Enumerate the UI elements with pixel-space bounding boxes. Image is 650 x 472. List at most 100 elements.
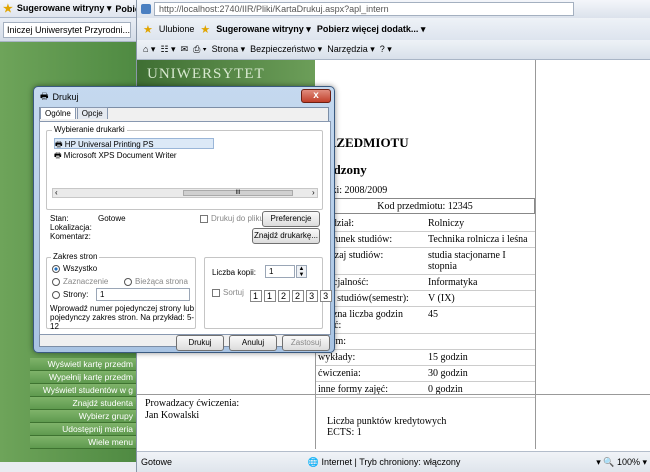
table-row: wykłady: 15 godzin [315, 350, 535, 366]
table-value: Rolniczy [428, 218, 465, 229]
copies-input[interactable]: 1 [265, 265, 295, 278]
ects-label: Liczba punktów kredytowych ECTS: 1 [327, 416, 447, 438]
table-value: V (IX) [428, 293, 455, 304]
print-to-file[interactable]: Drukuj do pliku [200, 214, 264, 223]
collate-checkbox[interactable] [212, 288, 220, 297]
bg-menu-item[interactable]: Wypełnij kartę przedm [30, 371, 136, 384]
page-menu[interactable]: Strona ▾ [212, 44, 246, 55]
bg-favorites-bar: ★ Sugerowane witryny ▾ Pobie [0, 0, 136, 18]
bg-menu-item[interactable]: Wybierz grupy [30, 410, 136, 423]
status-label: Stan: [50, 214, 69, 223]
course-info-table: Wydział: Rolniczy Kierunek studiów: Techni… [315, 216, 535, 398]
mail-icon[interactable]: ✉ [181, 44, 189, 55]
radio-selection[interactable]: Zaznaczenie [52, 277, 108, 286]
scroll-left-icon[interactable]: ‹ [55, 189, 58, 197]
collate-page: 1 [264, 290, 277, 302]
table-row: ćwiczenia: 30 godzin [315, 366, 535, 382]
radio-selection-label: Zaznaczenie [63, 277, 109, 286]
table-value: 15 godzin [428, 352, 468, 363]
page-icon [141, 4, 151, 14]
doc-year: cki: 2008/2009 [327, 185, 388, 196]
table-row: Wydział: Rolniczy [315, 216, 535, 232]
preferences-button[interactable]: Preferencje [262, 211, 320, 227]
radio-current-page[interactable]: Bieżąca strona [124, 277, 188, 286]
command-bar: ⌂ ▾ ☷ ▾ ✉ ⎙ ▾ Strona ▾ Bezpieczeństwo ▾ … [137, 40, 650, 60]
table-row: Specjalność: Informatyka [315, 275, 535, 291]
radio-all-label: Wszystko [63, 264, 98, 273]
help-icon[interactable]: ? ▾ [380, 44, 392, 55]
zone-text: Internet | Tryb chroniony: włączony [321, 456, 461, 467]
dialog-tabs: Ogólne Opcje [40, 107, 109, 119]
collate-option[interactable]: Sortuj [212, 288, 244, 297]
table-row: Łączna liczba godzin zajęć:45 [315, 307, 535, 334]
safety-menu[interactable]: Bezpieczeństwo ▾ [250, 44, 322, 55]
radio-current-icon[interactable] [124, 277, 132, 286]
suggested-sites-link[interactable]: Sugerowane witryny ▾ [216, 24, 311, 35]
find-printer-button[interactable]: Znajdź drukarkę... [252, 228, 320, 244]
printer-icon: 🖶 [54, 151, 62, 160]
cancel-button[interactable]: Anuluj [229, 335, 277, 351]
radio-selection-icon[interactable] [52, 277, 60, 286]
bg-menu-item[interactable]: Wyświetl studentów w g [30, 384, 136, 397]
favorites-star-icon: ★ [3, 3, 13, 15]
bg-more-link[interactable]: Pobie [115, 4, 136, 14]
url-field[interactable]: http://localhost:2740/IIR/Pliki/KartaDru… [154, 2, 574, 16]
page-range-label: Zakres stron [51, 252, 100, 261]
feeds-icon[interactable]: ☷ ▾ [160, 44, 175, 55]
scroll-thumb[interactable]: III [183, 190, 293, 196]
print-button[interactable]: Drukuj [176, 335, 224, 351]
printer-icon: 🖶 [55, 140, 63, 149]
instructor-label: Prowadzacy ćwiczenia: [145, 398, 240, 409]
favorites-bar: ★ Ulubione ★ Sugerowane witryny ▾ Pobier… [137, 18, 650, 40]
get-more-addons-link[interactable]: Pobierz więcej dodatk... ▾ [317, 24, 426, 35]
globe-icon: 🌐 [307, 456, 320, 467]
close-button[interactable]: x [301, 89, 331, 103]
tools-menu[interactable]: Narzędzia ▾ [327, 44, 375, 55]
bg-suggested-sites[interactable]: Sugerowane witryny ▾ [17, 3, 112, 14]
zoom-control[interactable]: ▾ 🔍 100% ▾ [596, 457, 647, 468]
copies-spinner[interactable]: ▲ ▼ [296, 265, 307, 278]
comment-label: Komentarz: [50, 232, 91, 241]
tab-options[interactable]: Opcje [76, 107, 108, 119]
bg-menu-item[interactable]: Wyświetl kartę przedm [30, 358, 136, 371]
printer-xps[interactable]: 🖶 Microsoft XPS Document Writer [54, 150, 177, 164]
favorites-button[interactable]: Ulubione [159, 24, 195, 34]
bg-menu-item[interactable]: Wiele menu [30, 436, 136, 449]
bg-sidebar-menu: Wyświetl kartę przedm Wypełnij kartę prz… [30, 358, 136, 449]
zoom-level: 100% [616, 456, 640, 467]
collate-label: Sortuj [223, 288, 244, 297]
table-value: studia stacjonarne I stopnia [428, 250, 506, 272]
print-to-file-checkbox[interactable] [200, 214, 208, 223]
bg-menu-item[interactable]: Znajdź studenta [30, 397, 136, 410]
printer-xps-label: Microsoft XPS Document Writer [63, 151, 177, 160]
radio-all[interactable]: Wszystko [52, 264, 97, 273]
table-row: Rodzaj studiów: studia stacjonarne I stop… [315, 248, 535, 275]
radio-all-icon[interactable] [52, 264, 60, 273]
table-value: Informatyka [428, 277, 478, 288]
pages-input[interactable]: 1 [96, 288, 190, 301]
print-icon[interactable]: ⎙ ▾ [193, 44, 206, 55]
add-favorite-icon[interactable]: ★ [200, 23, 210, 36]
collate-page: 3 [320, 290, 333, 302]
collate-page: 2 [278, 290, 291, 302]
apply-button[interactable]: Zastosuj [282, 335, 330, 351]
printer-hp[interactable]: 🖶 HP Universal Printing PS [54, 138, 214, 149]
table-value [425, 334, 535, 349]
table-value: Technika rolnicza i leśna [428, 234, 528, 245]
dialog-title: Drukuj [52, 92, 79, 102]
home-icon[interactable]: ⌂ ▾ [143, 44, 155, 55]
general-panel: Wybieranie drukarki 🖶 HP Universal Print… [39, 121, 333, 335]
radio-pages-icon[interactable] [52, 290, 60, 299]
favorites-star-icon[interactable]: ★ [143, 23, 153, 36]
horizontal-scrollbar[interactable]: ‹ III › [52, 188, 318, 198]
radio-pages[interactable]: Strony: [52, 290, 88, 299]
bg-tab-title[interactable]: Iniczej Uniwersytet Przyrodni... [3, 21, 131, 38]
radio-current-label: Bieżąca strona [135, 277, 188, 286]
printer-hp-label: HP Universal Printing PS [64, 140, 154, 149]
scroll-right-icon[interactable]: › [312, 189, 315, 197]
tab-general[interactable]: Ogólne [40, 107, 76, 119]
status-bar: Gotowe 🌐 Internet | Tryb chroniony: włąc… [137, 451, 650, 472]
address-bar: http://localhost:2740/IIR/Pliki/KartaDru… [137, 0, 650, 18]
zone-status[interactable]: 🌐 Internet | Tryb chroniony: włączony [308, 457, 461, 468]
bg-menu-item[interactable]: Udostępnij materia [30, 423, 136, 436]
